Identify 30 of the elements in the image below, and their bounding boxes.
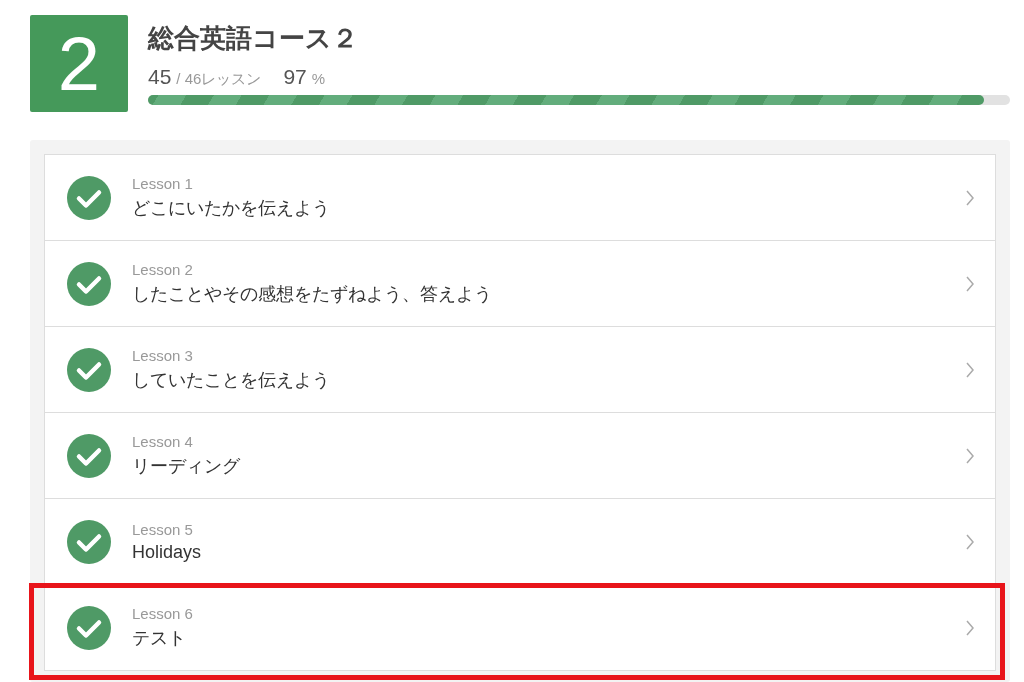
chevron-right-icon bbox=[965, 446, 975, 465]
lesson-number: Lesson 3 bbox=[132, 347, 194, 364]
lesson-item[interactable]: Lesson 3 していたことを伝えよう bbox=[45, 327, 995, 413]
chevron-right-icon bbox=[965, 532, 975, 551]
lesson-item[interactable]: Lesson 6 テスト bbox=[45, 585, 995, 671]
lesson-title: リーディング bbox=[132, 455, 241, 478]
lesson-title: Holidays bbox=[132, 541, 203, 563]
chevron-right-icon bbox=[965, 274, 975, 293]
lesson-item[interactable]: Lesson 4 リーディング bbox=[45, 413, 995, 499]
lesson-title: していたことを伝えよう bbox=[132, 369, 331, 392]
course-number-badge: 2 bbox=[30, 15, 128, 112]
chevron-right-icon bbox=[965, 618, 975, 637]
lesson-title: したことやその感想をたずねよう、答えよう bbox=[132, 283, 493, 306]
percent-unit: % bbox=[311, 70, 326, 87]
lesson-number: Lesson 1 bbox=[132, 175, 194, 192]
lesson-number: Lesson 6 bbox=[132, 605, 194, 622]
lesson-item[interactable]: Lesson 5 Holidays bbox=[45, 499, 995, 585]
percent-value: 97 bbox=[283, 65, 307, 89]
lesson-total: / 46レッスン bbox=[176, 70, 262, 89]
lesson-number: Lesson 5 bbox=[132, 520, 194, 538]
course-title: 総合英語コース２ bbox=[148, 22, 359, 55]
lesson-item[interactable]: Lesson 2 したことやその感想をたずねよう、答えよう bbox=[45, 241, 995, 327]
lesson-item[interactable]: Lesson 1 どこにいたかを伝えよう bbox=[45, 155, 995, 241]
completed-count: 45 bbox=[148, 65, 172, 89]
lesson-number: Lesson 4 bbox=[132, 433, 194, 450]
chevron-right-icon bbox=[965, 360, 975, 379]
lesson-title: テスト bbox=[132, 627, 187, 650]
lesson-number: Lesson 2 bbox=[132, 261, 194, 278]
lesson-title: どこにいたかを伝えよう bbox=[132, 197, 331, 220]
chevron-right-icon bbox=[965, 188, 975, 207]
